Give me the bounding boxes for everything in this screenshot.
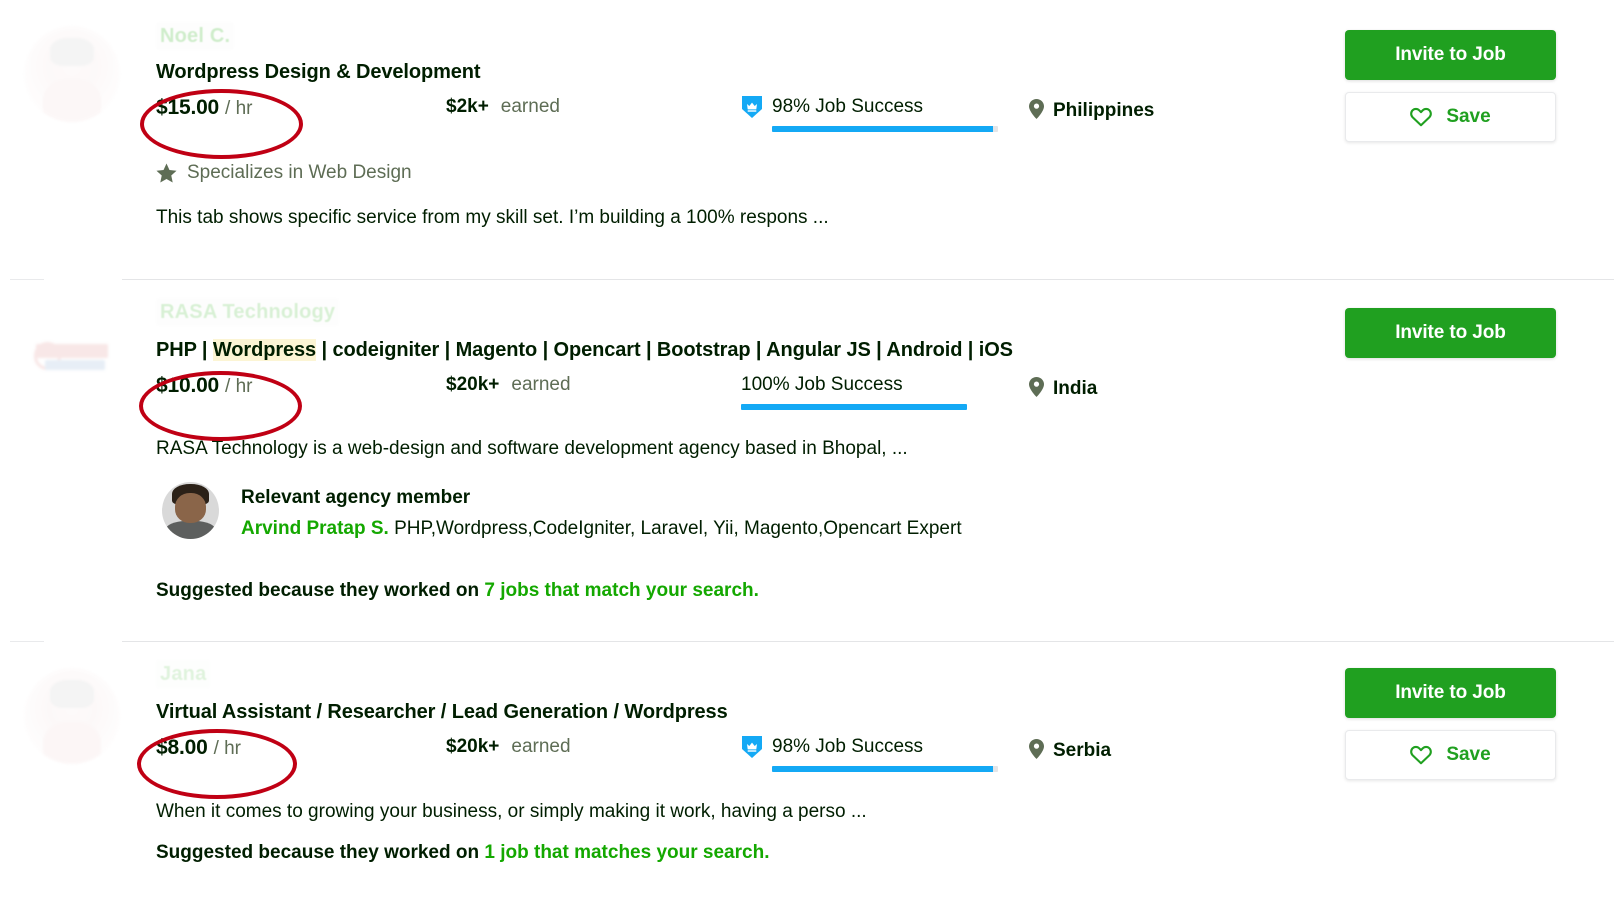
rate-amount: $15.00 [156,96,220,119]
row-actions: Invite to Job Save [1345,30,1556,142]
suggested-link[interactable]: 7 jobs that match your search. [484,580,759,601]
job-success-badge-icon [742,96,762,118]
location: India [1029,374,1097,400]
job-success-bar-fill [741,404,967,410]
rate-amount: $10.00 [156,374,220,397]
specializes-text: Specializes in Web Design [187,162,412,183]
invite-to-job-button[interactable]: Invite to Job [1345,30,1556,80]
avatar[interactable] [24,668,120,764]
suggested-link[interactable]: 1 job that matches your search. [484,842,769,863]
rate-per-unit: / hr [225,376,253,397]
total-earned: $20k+ earned [446,736,571,758]
suggested-reason: Suggested because they worked on 7 jobs … [156,580,759,602]
freelancer-title[interactable]: Wordpress Design & Development [156,58,481,86]
job-success-text: 98% Job Success [772,736,924,757]
suggested-prefix: Suggested because they worked on [156,842,485,863]
job-success-bar-fill [772,126,994,132]
freelancer-title[interactable]: Virtual Assistant / Researcher / Lead Ge… [156,698,728,726]
location-text: Serbia [1053,740,1112,761]
agency-member-tagline: PHP,Wordpress,CodeIgniter, Laravel, Yii,… [394,518,962,539]
job-success-score: 98% Job Success [741,94,998,132]
avatar-agency-logo [24,306,120,402]
job-success-bar [772,766,998,772]
row-actions: Invite to Job Save [1345,668,1556,780]
freelancer-result-row: RASA Technology PHP | Wordpress | codeig… [0,280,1614,642]
location-pin-icon [1029,99,1044,119]
hourly-rate: $15.00 / hr [156,96,252,120]
save-button-label: Save [1446,106,1491,127]
location: Philippines [1029,96,1154,122]
freelancer-name[interactable]: Noel C. [156,22,235,50]
location-pin-icon [1029,377,1044,397]
freelancer-title[interactable]: PHP | Wordpress | codeigniter | Magento … [156,336,1013,364]
star-icon [156,162,177,182]
job-success-score: 98% Job Success [741,734,998,772]
avatar-photo [24,668,120,764]
rate-amount: $8.00 [156,736,208,759]
title-part: PHP | [156,339,213,361]
suggested-reason: Suggested because they worked on 1 job t… [156,842,769,864]
save-button-label: Save [1446,744,1491,765]
row-actions: Invite to Job [1345,308,1556,358]
location-text: India [1053,378,1098,399]
location-text: Philippines [1053,100,1155,121]
earned-amount: $2k+ [446,96,489,117]
rate-per-unit: / hr [213,738,242,759]
invite-to-job-button[interactable]: Invite to Job [1345,308,1556,358]
earned-amount: $20k+ [446,374,500,395]
freelancer-description: When it comes to growing your business, … [156,801,867,822]
earned-label: earned [511,374,571,395]
job-success-score: 100% Job Success [741,372,967,410]
total-earned: $20k+ earned [446,374,571,396]
heart-icon [1410,107,1433,127]
save-button[interactable]: Save [1345,92,1556,142]
freelancer-description: This tab shows specific service from my … [156,207,829,228]
heart-icon [1410,745,1433,765]
agency-member-heading: Relevant agency member [241,487,471,508]
location-pin-icon [1029,739,1044,759]
avatar-photo [24,26,120,122]
agency-member-avatar[interactable] [162,482,219,539]
freelancer-name[interactable]: Jana [156,660,211,688]
agency-member-name[interactable]: Arvind Pratap S. [241,518,389,539]
save-button[interactable]: Save [1345,730,1556,780]
earned-label: earned [511,736,571,757]
hourly-rate: $10.00 / hr [156,374,252,398]
relevant-agency-member: Relevant agency member Arvind Pratap S. … [156,482,962,545]
total-earned: $2k+ earned [446,96,560,118]
freelancer-name[interactable]: RASA Technology [156,298,340,326]
freelancer-result-row: Jana Virtual Assistant / Researcher / Le… [0,642,1614,922]
job-success-text: 100% Job Success [741,374,903,395]
hourly-rate: $8.00 / hr [156,736,241,760]
avatar[interactable] [24,306,120,402]
invite-to-job-button[interactable]: Invite to Job [1345,668,1556,718]
freelancer-description: RASA Technology is a web-design and soft… [156,438,908,459]
search-results-page: Noel C. Wordpress Design & Development $… [0,0,1614,922]
job-success-bar [772,126,998,132]
specializes-badge: Specializes in Web Design [156,158,412,188]
freelancer-result-row: Noel C. Wordpress Design & Development $… [0,0,1614,280]
title-part: | codeigniter | Magento | Opencart | Boo… [316,339,1013,361]
avatar[interactable] [24,26,120,122]
suggested-prefix: Suggested because they worked on [156,580,485,601]
earned-label: earned [500,96,560,117]
job-success-bar [741,404,967,410]
agency-member-line: Arvind Pratap S. PHP,Wordpress,CodeIgnit… [241,513,962,545]
location: Serbia [1029,736,1111,762]
title-part-highlighted: Wordpress [212,339,317,361]
job-success-badge-icon [742,736,762,758]
rate-per-unit: / hr [225,98,253,119]
earned-amount: $20k+ [446,736,500,757]
job-success-bar-fill [772,766,994,772]
job-success-text: 98% Job Success [772,96,924,117]
